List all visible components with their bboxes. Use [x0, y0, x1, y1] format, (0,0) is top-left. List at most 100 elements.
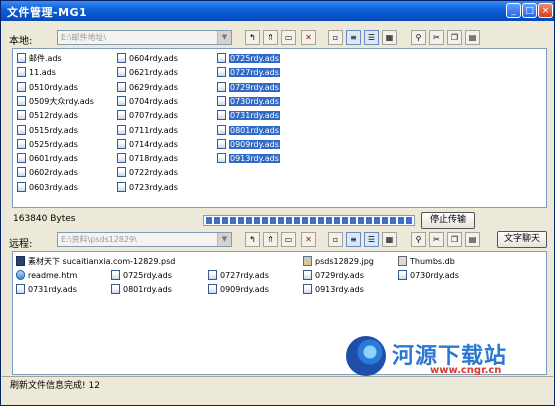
file-item[interactable]: 0707rdy.ads: [117, 109, 178, 122]
progress-segment: [374, 217, 380, 224]
file-item[interactable]: 0909rdy.ads: [217, 138, 280, 151]
file-item[interactable]: 0718rdy.ads: [117, 152, 178, 165]
file-item[interactable]: 0515rdy.ads: [17, 124, 78, 137]
paste-icon[interactable]: ▤: [465, 232, 480, 247]
file-item[interactable]: 0510rdy.ads: [17, 81, 78, 94]
progress-segment: [262, 217, 268, 224]
copy-icon[interactable]: ❐: [447, 232, 462, 247]
file-item[interactable]: readme.htm: [16, 269, 77, 282]
remote-label: 远程:: [9, 239, 33, 250]
local-path-combo[interactable]: E:\邮件地址\ ▼: [57, 30, 232, 45]
file-item[interactable]: 11.ads: [17, 66, 56, 79]
progress-segment: [310, 217, 316, 224]
copy-icon[interactable]: ❐: [447, 30, 462, 45]
chevron-down-icon[interactable]: ▼: [217, 233, 231, 246]
web-page-icon: [16, 270, 25, 280]
new-folder-icon[interactable]: ▭: [281, 232, 296, 247]
file-item[interactable]: 0725rdy.ads: [217, 52, 280, 65]
list-view-icon[interactable]: ≡: [346, 30, 361, 45]
details-view-icon[interactable]: ☰: [364, 30, 379, 45]
file-item[interactable]: 0727rdy.ads: [217, 66, 280, 79]
title-bar[interactable]: 文件管理-MG1 _ □ ×: [1, 1, 554, 21]
new-folder-icon[interactable]: ▭: [281, 30, 296, 45]
progress-segment: [230, 217, 236, 224]
minimize-button[interactable]: _: [506, 3, 521, 18]
watermark-logo-icon: [346, 336, 386, 376]
folder-up-icon[interactable]: ↰: [245, 232, 260, 247]
text-chat-button[interactable]: 文字聊天: [497, 231, 547, 248]
chevron-down-icon[interactable]: ▼: [217, 31, 231, 44]
remote-path-combo[interactable]: E:\资料\psds12829\ ▼: [57, 232, 232, 247]
delete-icon[interactable]: ✕: [301, 232, 316, 247]
file-name: 0909rdy.ads: [220, 285, 269, 294]
file-item[interactable]: 0913rdy.ads: [217, 152, 280, 165]
progress-segment: [398, 217, 404, 224]
file-name: 0722rdy.ads: [129, 168, 178, 178]
file-item[interactable]: 0601rdy.ads: [17, 152, 78, 165]
file-name: 11.ads: [29, 68, 56, 78]
file-item[interactable]: 0603rdy.ads: [17, 181, 78, 194]
file-item[interactable]: 0509大众rdy.ads: [17, 95, 94, 108]
file-item[interactable]: 0704rdy.ads: [117, 95, 178, 108]
list-view-icon[interactable]: ≡: [346, 232, 361, 247]
file-item[interactable]: 0723rdy.ads: [117, 181, 178, 194]
document-file-icon: [398, 270, 407, 280]
file-item[interactable]: 0731rdy.ads: [16, 283, 77, 296]
file-item[interactable]: 0801rdy.ads: [217, 124, 280, 137]
find-icon[interactable]: ⚲: [411, 30, 426, 45]
file-item[interactable]: 0725rdy.ads: [111, 269, 172, 282]
file-name: 0604rdy.ads: [129, 54, 178, 63]
file-item[interactable]: 0629rdy.ads: [117, 81, 178, 94]
folder-up-icon[interactable]: ↰: [245, 30, 260, 45]
file-item[interactable]: 0604rdy.ads: [117, 52, 178, 65]
file-item[interactable]: 邮件.ads: [17, 52, 62, 65]
file-item[interactable]: 0729rdy.ads: [217, 81, 280, 94]
grid-view-icon[interactable]: ▦: [382, 30, 397, 45]
progress-segment: [326, 217, 332, 224]
file-item[interactable]: 0729rdy.ads: [303, 269, 364, 282]
document-file-icon: [117, 110, 126, 121]
stop-transfer-button[interactable]: 停止传输: [421, 212, 475, 229]
file-item[interactable]: 0512rdy.ads: [17, 109, 78, 122]
folder-root-icon[interactable]: ⇑: [263, 30, 278, 45]
progress-segment: [390, 217, 396, 224]
local-file-list[interactable]: 邮件.ads 11.ads 0510rdy.ads 0509大众rdy.ads 0512…: [12, 48, 547, 208]
cut-icon[interactable]: ✂: [429, 232, 444, 247]
file-item[interactable]: 0730rdy.ads: [398, 269, 459, 282]
watermark-url: www.cngr.cn: [430, 365, 502, 376]
file-item[interactable]: 0730rdy.ads: [217, 95, 280, 108]
progress-segment: [238, 217, 244, 224]
cut-icon[interactable]: ✂: [429, 30, 444, 45]
delete-icon[interactable]: ✕: [301, 30, 316, 45]
file-item[interactable]: 0602rdy.ads: [17, 166, 78, 179]
document-file-icon: [17, 95, 26, 106]
file-item[interactable]: 0711rdy.ads: [117, 124, 178, 137]
file-item[interactable]: 0714rdy.ads: [117, 138, 178, 151]
file-name: readme.htm: [28, 271, 78, 280]
maximize-button[interactable]: □: [522, 3, 537, 18]
file-item[interactable]: 0727rdy.ads: [208, 269, 269, 282]
file-item[interactable]: Thumbs.db: [398, 255, 455, 268]
document-file-icon: [17, 153, 26, 164]
find-icon[interactable]: ⚲: [411, 232, 426, 247]
file-item[interactable]: 0722rdy.ads: [117, 166, 178, 179]
file-item[interactable]: psds12829.jpg: [303, 255, 374, 268]
file-name: 0729rdy.ads: [315, 271, 364, 280]
file-item[interactable]: 0525rdy.ads: [17, 138, 78, 151]
file-name: 0730rdy.ads: [410, 271, 459, 280]
file-item[interactable]: 0909rdy.ads: [208, 283, 269, 296]
close-button[interactable]: ×: [538, 3, 553, 18]
grid-view-icon[interactable]: ▦: [382, 232, 397, 247]
paste-icon[interactable]: ▤: [465, 30, 480, 45]
file-item[interactable]: 0913rdy.ads: [303, 283, 364, 296]
small-icons-view-icon[interactable]: ▫: [328, 30, 343, 45]
details-view-icon[interactable]: ☰: [364, 232, 379, 247]
small-icons-view-icon[interactable]: ▫: [328, 232, 343, 247]
file-item[interactable]: 0801rdy.ads: [111, 283, 172, 296]
file-item[interactable]: 0731rdy.ads: [217, 109, 280, 122]
file-item[interactable]: 0621rdy.ads: [117, 66, 178, 79]
file-item[interactable]: 素材天下 sucaitianxia.com-12829.psd: [16, 255, 175, 268]
progress-segment: [302, 217, 308, 224]
document-file-icon: [17, 110, 26, 121]
folder-root-icon[interactable]: ⇑: [263, 232, 278, 247]
